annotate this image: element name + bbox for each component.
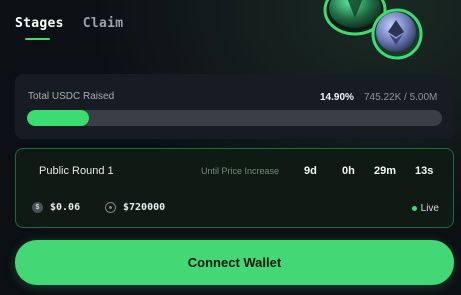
- status-badge: Live: [411, 203, 439, 214]
- tab-stages[interactable]: Stages: [15, 16, 64, 40]
- raised-amount: 745.22K / 5.00M: [364, 92, 438, 103]
- dollar-icon: $: [32, 202, 43, 213]
- presale-widget: Stages Claim Total USDC Raised 14.90% 74…: [0, 0, 461, 295]
- stage-tabs: Stages Claim: [15, 16, 124, 40]
- raised-panel: Total USDC Raised 14.90% 745.22K / 5.00M: [15, 74, 454, 139]
- status-label: Live: [420, 203, 439, 214]
- token-price: $0.06: [50, 202, 81, 213]
- countdown-seconds: 13s: [415, 165, 434, 177]
- countdown-minutes: 29m: [374, 165, 397, 177]
- tab-claim[interactable]: Claim: [83, 16, 124, 37]
- target-info: $720000: [105, 202, 165, 213]
- until-price-increase-label: Until Price Increase: [201, 166, 280, 176]
- raised-progress-fill: [27, 110, 89, 126]
- countdown-hours: 0h: [342, 165, 355, 177]
- live-dot-icon: [411, 206, 417, 211]
- round-target: $720000: [123, 202, 166, 213]
- connect-wallet-button[interactable]: Connect Wallet: [15, 240, 454, 285]
- round-name: Public Round 1: [39, 165, 114, 177]
- round-card: Public Round 1 Until Price Increase 9d 0…: [15, 148, 454, 228]
- raised-progress-bar: [27, 110, 442, 126]
- countdown-days: 9d: [304, 165, 317, 177]
- price-info: $ $0.06: [32, 202, 80, 213]
- raised-label: Total USDC Raised: [28, 91, 115, 102]
- raised-percent: 14.90%: [320, 92, 354, 103]
- decorative-coins-icon: [313, 0, 433, 70]
- target-icon: [105, 202, 116, 213]
